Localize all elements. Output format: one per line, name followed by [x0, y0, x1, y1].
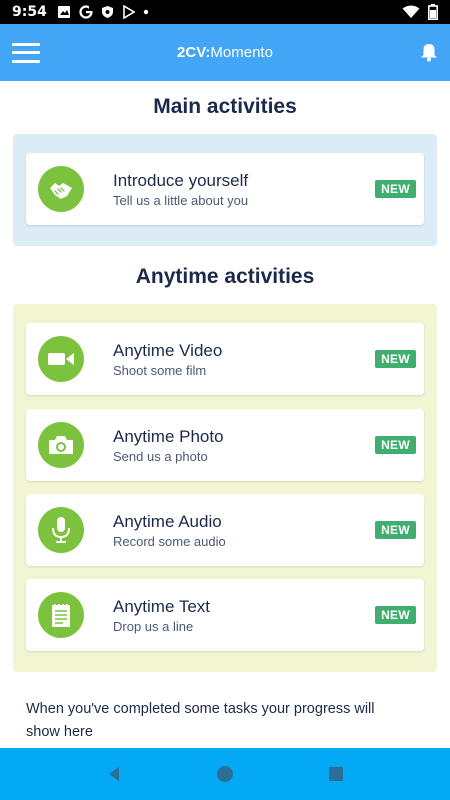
recents-button[interactable] [328, 766, 344, 782]
wifi-icon [402, 5, 420, 18]
main-activities-heading: Main activities [153, 95, 297, 118]
menu-icon[interactable] [12, 42, 40, 63]
activity-title: Anytime Video [113, 340, 223, 360]
notification-bell-icon[interactable] [420, 42, 438, 62]
activity-title: Anytime Photo [113, 426, 224, 446]
activity-subtitle: Record some audio [113, 533, 226, 549]
activity-card-anytime-photo[interactable]: Anytime Photo Send us a photo NEW [26, 409, 424, 481]
back-button[interactable] [106, 766, 122, 782]
home-circle-icon [216, 766, 233, 782]
main-activities-panel: Introduce yourself Tell us a little abou… [13, 134, 437, 246]
logo-product: Momento [210, 44, 273, 61]
activity-card-introduce-yourself[interactable]: Introduce yourself Tell us a little abou… [26, 153, 424, 225]
notification-icons [57, 5, 149, 19]
new-badge: NEW [375, 436, 416, 454]
activity-subtitle: Send us a photo [113, 448, 208, 464]
anytime-activities-heading: Anytime activities [135, 265, 315, 288]
new-badge: NEW [375, 180, 416, 198]
new-badge: NEW [375, 606, 416, 624]
app-logo: 2CV:Momento [177, 44, 273, 61]
activity-card-anytime-audio[interactable]: Anytime Audio Record some audio NEW [26, 494, 424, 566]
new-badge: NEW [375, 521, 416, 539]
home-button[interactable] [215, 764, 235, 784]
anytime-activities-panel: Anytime Video Shoot some film NEW Anytim… [13, 304, 437, 672]
image-notification-icon [57, 6, 70, 18]
activity-subtitle: Drop us a line [113, 618, 194, 634]
video-camera-icon [38, 336, 84, 382]
logo-brand: 2CV: [177, 44, 211, 61]
activity-title: Introduce yourself [113, 170, 249, 190]
handshake-icon [38, 166, 84, 212]
status-bar: 9:54 [0, 0, 450, 24]
activity-card-anytime-video[interactable]: Anytime Video Shoot some film NEW [26, 323, 424, 395]
battery-icon [428, 4, 438, 20]
activity-title: Anytime Text [113, 596, 211, 616]
camera-icon [38, 422, 84, 468]
notepad-icon [38, 592, 84, 638]
google-notification-icon [79, 5, 93, 19]
recents-square-icon [328, 767, 343, 781]
activity-card-anytime-text[interactable]: Anytime Text Drop us a line NEW [26, 579, 424, 651]
activity-title: Anytime Audio [113, 511, 222, 531]
activity-subtitle: Shoot some film [113, 362, 207, 378]
play-store-notification-icon [123, 5, 135, 19]
app-bar: 2CV:Momento [0, 24, 450, 81]
microphone-icon [38, 507, 84, 553]
activity-subtitle: Tell us a little about you [113, 192, 249, 208]
new-badge: NEW [375, 350, 416, 368]
shield-notification-icon [101, 6, 113, 18]
dot-notification-icon [143, 9, 149, 15]
back-triangle-icon [109, 767, 120, 781]
activities-content[interactable]: Main activities Introduce yourself Tell … [0, 81, 450, 748]
progress-placeholder-text: When you've completed some tasks your pr… [26, 701, 375, 740]
status-time: 9:54 [12, 4, 47, 20]
system-nav-bar [0, 748, 450, 800]
